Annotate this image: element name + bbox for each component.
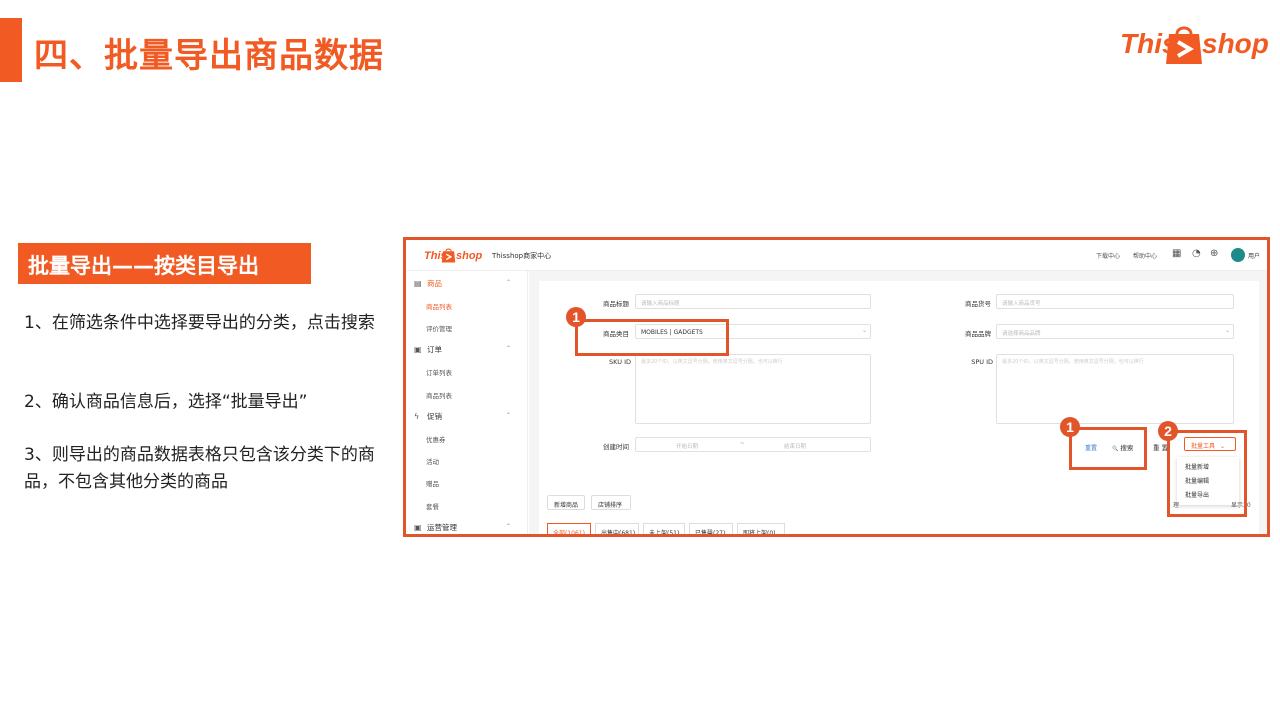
chevron-up-icon[interactable]: ⌃: [506, 412, 511, 419]
batch-export-highlight-box: [1167, 430, 1247, 517]
brand-select[interactable]: 请选择商品品牌: [996, 324, 1234, 339]
chevron-down-icon[interactable]: ⌄: [1225, 327, 1230, 334]
operations-icon: ▣: [414, 523, 422, 532]
end-date-placeholder: 结束日期: [784, 444, 807, 450]
app-center-title: Thisshop商家中心: [492, 252, 552, 260]
sidebar-group-products[interactable]: ▤ 商品: [414, 278, 442, 289]
globe-icon[interactable]: ⊕: [1210, 249, 1218, 259]
created-time-label: 创建时间: [603, 443, 629, 451]
tab-on-sale[interactable]: 出售中(681): [595, 523, 639, 534]
sidebar: ▤ 商品 ⌃ 商品列表 评价管理 ▣ 订单 ⌃ 订单列表 商品列表 ϟ 促销 ⌃ 优惠…: [406, 271, 528, 534]
tab-sold-out[interactable]: 已售罄(27): [689, 523, 733, 534]
title-accent-bar: [0, 18, 22, 82]
tab-all[interactable]: 全部(1061): [547, 523, 591, 534]
code-filter-label: 商品货号: [965, 300, 991, 308]
logo-text-right: shop: [1202, 28, 1269, 59]
date-separator: ~: [740, 441, 745, 447]
tab-coming-soon[interactable]: 即将上架(0): [737, 523, 785, 534]
promotion-icon: ϟ: [414, 412, 420, 421]
main-content: 商品标题 请输入商品标题 商品货号 请输入商品货号 商品类目 MOBILES |…: [529, 271, 1267, 534]
step-2: 2、确认商品信息后，选择“批量导出”: [24, 392, 308, 412]
slide-title: 四、批量导出商品数据: [34, 36, 384, 76]
step-3: 3、则导出的商品数据表格只包含该分类下的商品，不包含其他分类的商品: [24, 445, 375, 492]
app-logo-right: shop: [456, 250, 483, 262]
product-icon: ▤: [414, 279, 422, 288]
store-sort-button[interactable]: 店铺排序: [591, 495, 631, 510]
avatar[interactable]: [1231, 248, 1245, 262]
sidebar-group-label: 运营管理: [427, 523, 457, 532]
sidebar-item-coupons[interactable]: 优惠券: [426, 434, 446, 444]
seller-center-screenshot: This shop Thisshop商家中心 下载中心 帮助中心 ▦ ◔ ⊕ 用…: [403, 237, 1270, 537]
reset-button[interactable]: 重 置: [1153, 442, 1168, 452]
start-date-placeholder: 开始日期: [676, 444, 699, 450]
sku-input[interactable]: 最多20个ID，以英文逗号分隔，使用英文逗号分隔，也可以换行: [635, 354, 871, 424]
sidebar-item-reviews[interactable]: 评价管理: [426, 323, 452, 333]
sidebar-group-label: 订单: [427, 345, 442, 354]
add-product-button[interactable]: 新增商品: [547, 495, 585, 510]
sidebar-item-bundles[interactable]: 套餐: [426, 501, 439, 511]
step-1: 1、在筛选条件中选择要导出的分类，点击搜索: [24, 313, 375, 333]
app-topbar: This shop Thisshop商家中心 下载中心 帮助中心 ▦ ◔ ⊕ 用…: [406, 240, 1267, 271]
spu-filter-label: SPU ID: [971, 358, 993, 366]
title-input[interactable]: 请输入商品标题: [635, 294, 871, 309]
sidebar-group-promotions[interactable]: ϟ 促销: [414, 411, 442, 422]
sidebar-group-label: 促销: [427, 412, 442, 421]
sidebar-group-operations[interactable]: ▣ 运营管理: [414, 522, 457, 533]
step-badge-1-search: 1: [1060, 417, 1080, 437]
shopping-bag-icon: [1166, 26, 1202, 64]
sidebar-group-orders[interactable]: ▣ 订单: [414, 344, 442, 355]
thisshop-logo: This shop: [1120, 20, 1269, 70]
filter-panel: 商品标题 请输入商品标题 商品货号 请输入商品货号 商品类目 MOBILES |…: [539, 281, 1259, 534]
section-tag: 批量导出——按类目导出: [18, 243, 311, 284]
tab-not-listed[interactable]: 未上架(51): [643, 523, 685, 534]
code-input[interactable]: 请输入商品货号: [996, 294, 1234, 309]
app-bag-icon: [441, 248, 456, 263]
category-highlight-box: [575, 319, 729, 356]
brand-filter-label: 商品品牌: [965, 330, 991, 338]
chevron-up-icon[interactable]: ⌃: [506, 523, 511, 530]
sidebar-item-order-products[interactable]: 商品列表: [426, 390, 452, 400]
chevron-down-icon[interactable]: ⌄: [862, 327, 867, 334]
sidebar-item-campaigns[interactable]: 活动: [426, 456, 439, 466]
spu-input[interactable]: 最多20个ID，以英文逗号分隔，使用英文逗号分隔，也可以换行: [996, 354, 1234, 424]
date-range-input[interactable]: 开始日期 ~ 结束日期: [635, 437, 871, 452]
step-badge-2: 2: [1158, 421, 1178, 441]
sidebar-item-order-list[interactable]: 订单列表: [426, 367, 452, 377]
chevron-up-icon[interactable]: ⌃: [506, 345, 511, 352]
chevron-up-icon[interactable]: ⌃: [506, 279, 511, 286]
help-center-link[interactable]: 帮助中心: [1133, 251, 1157, 260]
sku-filter-label: SKU ID: [609, 358, 631, 366]
user-name[interactable]: 用户: [1248, 251, 1260, 260]
sidebar-item-gifts[interactable]: 赠品: [426, 478, 439, 488]
sidebar-group-label: 商品: [427, 279, 442, 288]
grid-icon[interactable]: ▦: [1172, 249, 1181, 259]
order-icon: ▣: [414, 345, 422, 354]
download-center-link[interactable]: 下载中心: [1096, 251, 1120, 260]
sidebar-item-product-list[interactable]: 商品列表: [426, 301, 452, 311]
step-badge-1: 1: [566, 307, 586, 327]
bell-icon[interactable]: ◔: [1192, 249, 1201, 259]
search-highlight-box: [1069, 427, 1147, 470]
app-logo[interactable]: This shop: [424, 246, 484, 266]
